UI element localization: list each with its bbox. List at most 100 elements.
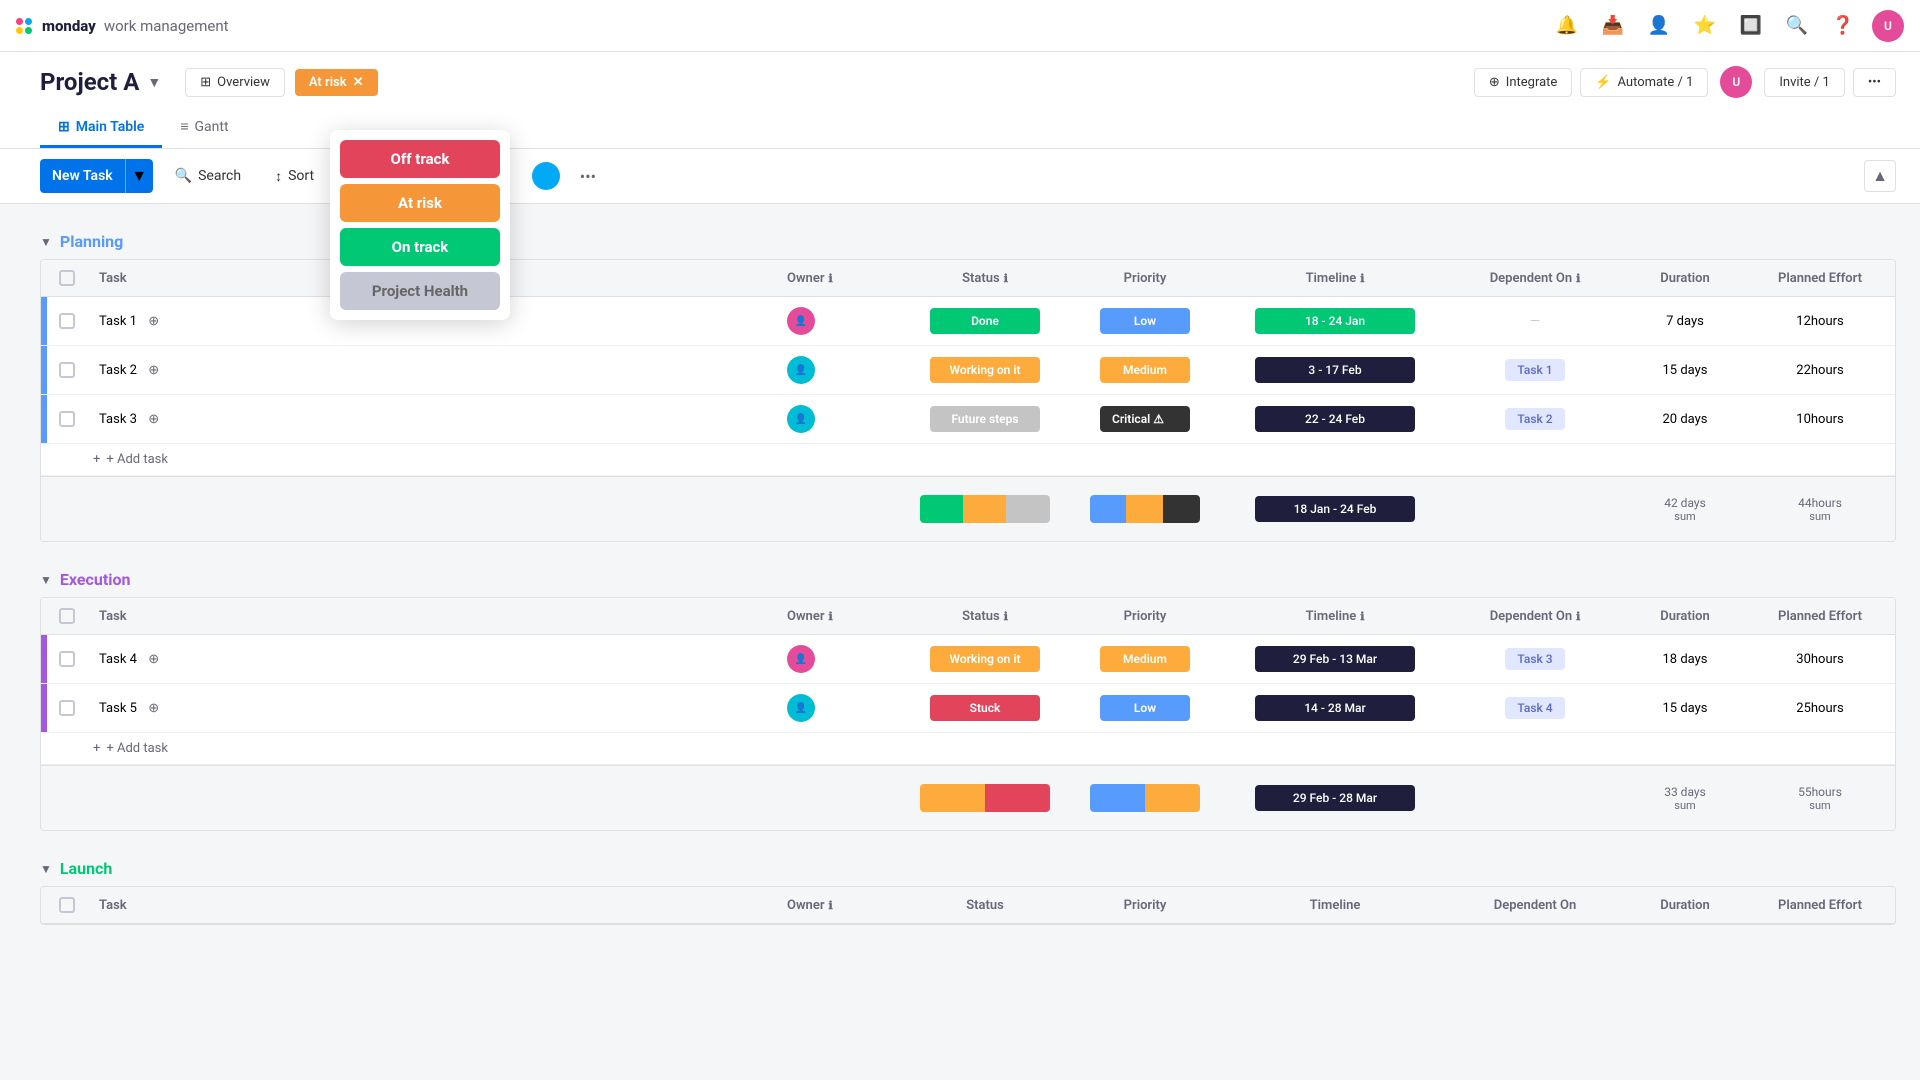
execution-timeline-summary: 29 Feb - 28 Mar <box>1225 775 1445 821</box>
task5-duration: 15 days <box>1625 691 1745 726</box>
task2-status[interactable]: Working on it <box>905 347 1065 393</box>
task2-priority-badge[interactable]: Medium <box>1100 357 1190 383</box>
app-logo[interactable]: monday work management <box>16 17 229 35</box>
task4-add-subtask-icon[interactable]: ⊕ <box>148 652 159 667</box>
tab-main-table[interactable]: ⊞ Main Table <box>40 109 162 148</box>
filter-person-button[interactable] <box>530 160 562 192</box>
tab-gantt[interactable]: ≡ Gantt <box>162 108 246 148</box>
launch-chevron-icon[interactable]: ▼ <box>40 862 52 876</box>
task5-effort: 25hours <box>1745 691 1895 726</box>
header-dependent: Dependent On ℹ <box>1445 261 1625 296</box>
task5-checkbox[interactable] <box>59 700 75 716</box>
header-checkbox[interactable] <box>59 270 75 286</box>
task1-timeline-badge[interactable]: 18 - 24 Jan <box>1255 308 1415 334</box>
task2-timeline[interactable]: 3 - 17 Feb <box>1225 347 1445 393</box>
task3-status-badge[interactable]: Future steps <box>930 406 1040 432</box>
project-title-chevron-icon[interactable]: ▼ <box>147 74 161 91</box>
overview-button[interactable]: ⊞ Overview <box>185 68 285 97</box>
dropdown-at-risk[interactable]: At risk <box>340 184 500 222</box>
invite-button[interactable]: Invite / 1 <box>1764 68 1844 97</box>
task4-timeline[interactable]: 29 Feb - 13 Mar <box>1225 636 1445 682</box>
task3-timeline[interactable]: 22 - 24 Feb <box>1225 396 1445 442</box>
execution-header-checkbox[interactable] <box>59 608 75 624</box>
automate-button[interactable]: ⚡ Automate / 1 <box>1580 68 1708 97</box>
planning-add-task[interactable]: + + Add task <box>41 444 1895 476</box>
user-avatar[interactable]: U <box>1872 10 1904 42</box>
task2-status-badge[interactable]: Working on it <box>930 357 1040 383</box>
at-risk-button[interactable]: At risk ✕ <box>295 69 378 96</box>
task5-name: Task 5 ⊕ <box>87 691 775 726</box>
task1-timeline[interactable]: 18 - 24 Jan <box>1225 298 1445 344</box>
owner-info-icon: ℹ <box>829 272 833 285</box>
task3-timeline-badge[interactable]: 22 - 24 Feb <box>1255 406 1415 432</box>
timeline-info-icon: ℹ <box>1360 272 1364 285</box>
task3-add-subtask-icon[interactable]: ⊕ <box>148 412 159 427</box>
task4-priority[interactable]: Medium <box>1065 636 1225 682</box>
execution-effort-summary: 55hours sum <box>1745 775 1895 822</box>
task4-priority-badge[interactable]: Medium <box>1100 646 1190 672</box>
search-button[interactable]: 🔍 Search <box>163 162 253 190</box>
task5-add-subtask-icon[interactable]: ⊕ <box>148 701 159 716</box>
task1-priority-badge[interactable]: Low <box>1100 308 1190 334</box>
task4-status-badge[interactable]: Working on it <box>930 646 1040 672</box>
invite-people-icon[interactable]: 👤 <box>1642 9 1676 43</box>
task5-dependent: Task 4 <box>1445 687 1625 729</box>
help-icon[interactable]: ❓ <box>1826 9 1860 43</box>
task1-status-badge[interactable]: Done <box>930 308 1040 334</box>
task2-owner-avatar: 👤 <box>787 356 815 384</box>
task2-timeline-badge[interactable]: 3 - 17 Feb <box>1255 357 1415 383</box>
task4-status[interactable]: Working on it <box>905 636 1065 682</box>
task1-priority[interactable]: Low <box>1065 298 1225 344</box>
apps-icon[interactable]: 🔲 <box>1734 9 1768 43</box>
task1-add-subtask-icon[interactable]: ⊕ <box>148 314 159 329</box>
execution-section-header: ▼ Execution <box>40 562 1920 597</box>
task3-owner: 👤 <box>775 395 905 443</box>
task3-status[interactable]: Future steps <box>905 396 1065 442</box>
launch-table-header: Task Owner ℹ Status Priority Timeline <box>41 887 1895 924</box>
task2-owner: 👤 <box>775 346 905 394</box>
task4-checkbox[interactable] <box>59 651 75 667</box>
task5-owner: 👤 <box>775 684 905 732</box>
inbox-icon[interactable]: 📥 <box>1596 9 1630 43</box>
new-task-dropdown-arrow[interactable]: ▼ <box>125 159 153 193</box>
task2-add-subtask-icon[interactable]: ⊕ <box>148 363 159 378</box>
task2-priority[interactable]: Medium <box>1065 347 1225 393</box>
planning-chevron-icon[interactable]: ▼ <box>40 235 52 249</box>
task5-priority-badge[interactable]: Low <box>1100 695 1190 721</box>
dropdown-project-health[interactable]: Project Health <box>340 272 500 310</box>
notifications-icon[interactable]: 🔔 <box>1550 9 1584 43</box>
execution-add-task[interactable]: + + Add task <box>41 733 1895 765</box>
more-toolbar-button[interactable]: ••• <box>572 160 604 192</box>
gantt-icon: ≡ <box>180 118 188 135</box>
planning-table: Task Owner ℹ Status ℹ Priority Timeline <box>40 259 1896 542</box>
task5-priority[interactable]: Low <box>1065 685 1225 731</box>
integrate-button[interactable]: ⊕ Integrate <box>1474 68 1572 97</box>
task4-timeline-badge[interactable]: 29 Feb - 13 Mar <box>1255 646 1415 672</box>
execution-chevron-icon[interactable]: ▼ <box>40 573 52 587</box>
execution-title: Execution <box>60 570 131 589</box>
task3-priority[interactable]: Critical ⚠ <box>1065 396 1225 442</box>
sort-button[interactable]: ↕ Sort <box>263 162 326 191</box>
task2-effort: 22hours <box>1745 353 1895 388</box>
task3-priority-badge[interactable]: Critical ⚠ <box>1100 406 1190 432</box>
task1-status[interactable]: Done <box>905 298 1065 344</box>
launch-header-checkbox[interactable] <box>59 897 75 913</box>
execution-priority-mini-bar <box>1090 784 1200 812</box>
execution-table-header: Task Owner ℹ Status ℹ Priority Timeline <box>41 598 1895 635</box>
integrate-icon: ⊕ <box>1489 75 1500 90</box>
task3-checkbox[interactable] <box>59 411 75 427</box>
new-task-button[interactable]: New Task <box>40 159 125 193</box>
task5-status[interactable]: Stuck <box>905 685 1065 731</box>
search-icon[interactable]: 🔍 <box>1780 9 1814 43</box>
task5-status-badge[interactable]: Stuck <box>930 695 1040 721</box>
task1-checkbox[interactable] <box>59 313 75 329</box>
more-options-button[interactable]: ••• <box>1853 68 1896 97</box>
templates-icon[interactable]: ⭐ <box>1688 9 1722 43</box>
dropdown-off-track[interactable]: Off track <box>340 140 500 178</box>
header-priority: Priority <box>1065 261 1225 296</box>
dropdown-on-track[interactable]: On track <box>340 228 500 266</box>
task5-timeline[interactable]: 14 - 28 Mar <box>1225 685 1445 731</box>
collapse-button[interactable]: ▲ <box>1864 160 1896 192</box>
task2-checkbox[interactable] <box>59 362 75 378</box>
task5-timeline-badge[interactable]: 14 - 28 Mar <box>1255 695 1415 721</box>
